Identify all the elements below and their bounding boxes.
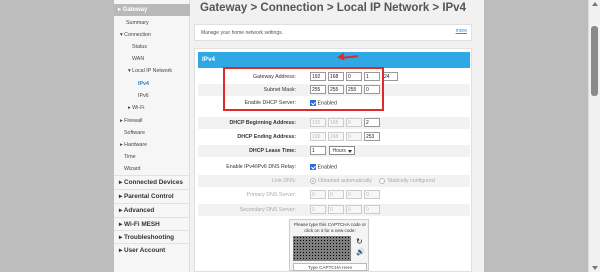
scrollbar-thumb[interactable] <box>591 26 598 96</box>
sidebar-item-wizard[interactable]: Wizard <box>114 163 190 175</box>
sidebar-item-user-account[interactable]: ▸ User Account <box>114 243 190 256</box>
link-dns-row: Link DNS: Obtained automatically Statica… <box>198 175 470 187</box>
scroll-down-icon[interactable] <box>592 266 598 270</box>
captcha-prompt: Please type this CAPTCHA code or click o… <box>293 222 366 233</box>
browser-frame: ▸ Gateway Summary ▾ Connection Status WA… <box>0 0 600 272</box>
sidebar-item-ipv6[interactable]: IPv6 <box>114 90 190 102</box>
sidebar-item-wifi-mesh[interactable]: ▸ Wi-Fi MESH <box>114 217 190 230</box>
secondary-dns-row: Secondary DNS Server: 0000 <box>198 204 470 216</box>
sidebar-item-troubleshooting[interactable]: ▸ Troubleshooting <box>114 230 190 243</box>
sidebar-item-software[interactable]: Software <box>114 127 190 139</box>
main-content: Gateway > Connection > Local IP Network … <box>194 0 484 272</box>
sidebar-item-ipv4[interactable]: IPv4 <box>114 78 190 90</box>
sidebar-item-advanced[interactable]: ▸ Advanced <box>114 203 190 216</box>
dhcp-server-label: Enable DHCP Server: <box>244 100 296 106</box>
lease-time-row: DHCP Lease Time: 1 Hours <box>198 145 470 157</box>
link-dns-static-radio <box>379 178 386 184</box>
subnet-mask-row: Subnet Mask: 255 255 255 0 <box>198 84 470 96</box>
dhcp-end-octet-4[interactable]: 253 <box>364 132 380 141</box>
arrow-icon <box>336 52 345 62</box>
captcha-input[interactable]: Type CAPTCHA Here <box>293 263 367 271</box>
primary-dns-octet-3: 0 <box>346 190 362 199</box>
scroll-up-icon[interactable] <box>592 2 598 6</box>
dhcp-server-checkbox[interactable] <box>310 100 316 106</box>
primary-dns-octet-2: 0 <box>328 190 344 199</box>
dhcp-server-row: Enable DHCP Server: Enabled <box>198 97 470 109</box>
subnet-mask-label: Subnet Mask: <box>263 87 296 93</box>
speaker-icon[interactable]: 🔊 <box>356 248 365 256</box>
description-panel: Manage your home network settings. more <box>194 24 472 41</box>
sidebar-item-status[interactable]: Status <box>114 41 190 53</box>
sidebar-item-hardware[interactable]: ▸ Hardware <box>114 139 190 151</box>
gateway-prefix[interactable]: 24 <box>382 72 398 81</box>
dns-relay-checkbox[interactable] <box>310 164 316 170</box>
refresh-icon[interactable]: ↻ <box>356 237 363 246</box>
dhcp-end-octet-2: 168 <box>328 132 344 141</box>
ipv4-section: IPv4 Gateway Address: 192 168 0 1 24 Subnet … <box>194 48 472 272</box>
lease-time-unit-select[interactable]: Hours <box>329 146 356 155</box>
description-text: Manage your home network settings. <box>201 30 283 36</box>
dhcp-end-label: DHCP Ending Address: <box>237 134 296 140</box>
primary-dns-octet-4: 0 <box>364 190 380 199</box>
dns-relay-value: Enabled <box>317 164 337 171</box>
dhcp-begin-octet-3: 0 <box>346 118 362 127</box>
gateway-octet-4[interactable]: 1 <box>364 72 380 81</box>
sidebar-item-wan[interactable]: WAN <box>114 53 190 65</box>
sidebar-item-parental-control[interactable]: ▸ Parental Control <box>114 189 190 202</box>
gateway-address-label: Gateway Address: <box>253 74 296 80</box>
sidebar-item-local-ip-network[interactable]: ▾ Local IP Network <box>114 65 190 77</box>
dhcp-begin-octet-4[interactable]: 2 <box>364 118 380 127</box>
secondary-dns-octet-3: 0 <box>346 205 362 214</box>
sidebar-item-gateway[interactable]: ▸ Gateway <box>114 4 190 16</box>
dns-relay-label: Enable IPv4/IPv6 DNS Relay: <box>226 164 296 170</box>
chevron-down-icon <box>348 150 353 153</box>
sidebar-item-time[interactable]: Time <box>114 151 190 163</box>
dns-relay-row: Enable IPv4/IPv6 DNS Relay: Enabled <box>198 161 470 173</box>
secondary-dns-label: Secondary DNS Server: <box>239 207 296 213</box>
section-title: IPv4 <box>198 52 470 68</box>
subnet-octet-4[interactable]: 0 <box>364 85 380 94</box>
gateway-octet-1[interactable]: 192 <box>310 72 326 81</box>
right-gutter <box>484 0 588 272</box>
more-link[interactable]: more <box>456 28 467 34</box>
sidebar: ▸ Gateway Summary ▾ Connection Status WA… <box>114 0 190 272</box>
secondary-dns-octet-4: 0 <box>364 205 380 214</box>
secondary-dns-octet-1: 0 <box>310 205 326 214</box>
vertical-scrollbar[interactable] <box>588 0 600 272</box>
gateway-octet-2[interactable]: 168 <box>328 72 344 81</box>
link-dns-auto-radio <box>310 178 316 184</box>
dhcp-begin-octet-1: 192 <box>310 118 326 127</box>
dhcp-begin-row: DHCP Beginning Address: 192 168 0 2 <box>198 117 470 129</box>
sidebar-item-connection[interactable]: ▾ Connection <box>114 29 190 41</box>
primary-dns-label: Primary DNS Server: <box>246 192 296 198</box>
lease-time-unit-value: Hours <box>332 148 346 154</box>
dhcp-begin-octet-2: 168 <box>328 118 344 127</box>
primary-dns-row: Primary DNS Server: 0000 <box>198 189 470 201</box>
dhcp-end-octet-1: 192 <box>310 132 326 141</box>
dhcp-server-value: Enabled <box>317 100 337 107</box>
gateway-octet-3[interactable]: 0 <box>346 72 362 81</box>
dhcp-begin-label: DHCP Beginning Address: <box>229 120 296 126</box>
link-dns-label: Link DNS: <box>272 178 296 184</box>
captcha-panel: Please type this CAPTCHA code or click o… <box>289 219 369 271</box>
subnet-octet-3[interactable]: 255 <box>346 85 362 94</box>
sidebar-item-summary[interactable]: Summary <box>114 17 190 29</box>
sidebar-item-firewall[interactable]: ▸ Firewall <box>114 115 190 127</box>
dhcp-end-octet-3: 0 <box>346 132 362 141</box>
link-dns-auto-label: Obtained automatically <box>318 178 372 185</box>
dhcp-end-row: DHCP Ending Address: 192 168 0 253 <box>198 131 470 143</box>
page-title: Gateway > Connection > Local IP Network … <box>200 2 466 14</box>
lease-time-input[interactable]: 1 <box>310 146 326 155</box>
gateway-address-row: Gateway Address: 192 168 0 1 24 <box>198 71 470 83</box>
subnet-octet-1[interactable]: 255 <box>310 85 326 94</box>
lease-time-label: DHCP Lease Time: <box>249 148 296 154</box>
sidebar-item-connected-devices[interactable]: ▸ Connected Devices <box>114 175 190 188</box>
primary-dns-octet-1: 0 <box>310 190 326 199</box>
secondary-dns-octet-2: 0 <box>328 205 344 214</box>
captcha-image[interactable] <box>293 236 351 261</box>
subnet-octet-2[interactable]: 255 <box>328 85 344 94</box>
link-dns-static-label: Statically configured <box>387 178 435 185</box>
sidebar-item-wifi[interactable]: ▸ Wi-Fi <box>114 102 190 114</box>
